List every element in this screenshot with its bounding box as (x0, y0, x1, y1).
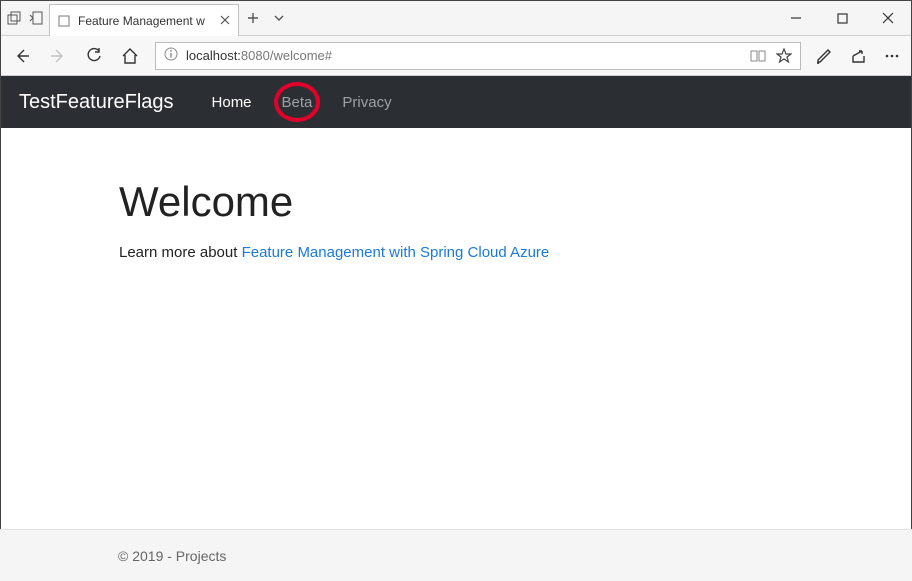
site-navbar: TestFeatureFlags Home Beta Privacy (1, 76, 911, 128)
page-icon (58, 15, 70, 27)
page-footer: © 2019 - Projects (0, 529, 912, 581)
tab-title: Feature Management w (78, 14, 205, 28)
forward-button[interactable] (47, 47, 69, 65)
nav-link-beta-label: Beta (282, 94, 313, 111)
chevron-down-icon[interactable] (273, 12, 285, 24)
page-content: Welcome Learn more about Feature Managem… (1, 128, 911, 558)
window-titlebar: Feature Management w (1, 1, 911, 36)
more-icon[interactable] (883, 47, 901, 65)
toolbar-right-icons (815, 47, 901, 65)
title-left-icons (1, 1, 49, 35)
reading-view-icon[interactable] (750, 49, 766, 63)
share-icon[interactable] (849, 47, 867, 65)
nav-link-beta[interactable]: Beta (278, 88, 317, 117)
tab-actions (239, 1, 293, 35)
minimize-button[interactable] (773, 1, 819, 36)
nav-link-home[interactable]: Home (208, 88, 256, 117)
nav-link-privacy[interactable]: Privacy (338, 88, 395, 117)
address-bar[interactable]: localhost:8080/welcome# (155, 42, 801, 70)
url-text: localhost:8080/welcome# (186, 48, 332, 63)
refresh-button[interactable] (83, 47, 105, 65)
lead-text: Learn more about (119, 244, 242, 261)
back-button[interactable] (11, 47, 33, 65)
lead-link[interactable]: Feature Management with Spring Cloud Azu… (242, 244, 550, 261)
site-info-icon[interactable] (164, 47, 178, 64)
new-tab-icon[interactable] (247, 12, 259, 24)
lead-paragraph: Learn more about Feature Management with… (119, 244, 793, 261)
favorite-star-icon[interactable] (776, 48, 792, 64)
url-path: 8080/welcome# (241, 48, 332, 63)
home-button[interactable] (119, 47, 141, 65)
notes-icon[interactable] (815, 47, 833, 65)
maximize-button[interactable] (819, 1, 865, 36)
browser-tab[interactable]: Feature Management w (49, 4, 239, 36)
window-controls (773, 1, 911, 35)
set-aside-icon[interactable] (29, 11, 43, 25)
footer-text: © 2019 - Projects (118, 548, 226, 564)
close-window-button[interactable] (865, 1, 911, 36)
page-heading: Welcome (119, 178, 793, 226)
url-host: localhost: (186, 48, 241, 63)
browser-toolbar: localhost:8080/welcome# (1, 36, 911, 76)
brand-title[interactable]: TestFeatureFlags (19, 91, 174, 114)
tab-close-icon[interactable] (220, 14, 230, 28)
tabs-preview-icon[interactable] (7, 11, 21, 25)
